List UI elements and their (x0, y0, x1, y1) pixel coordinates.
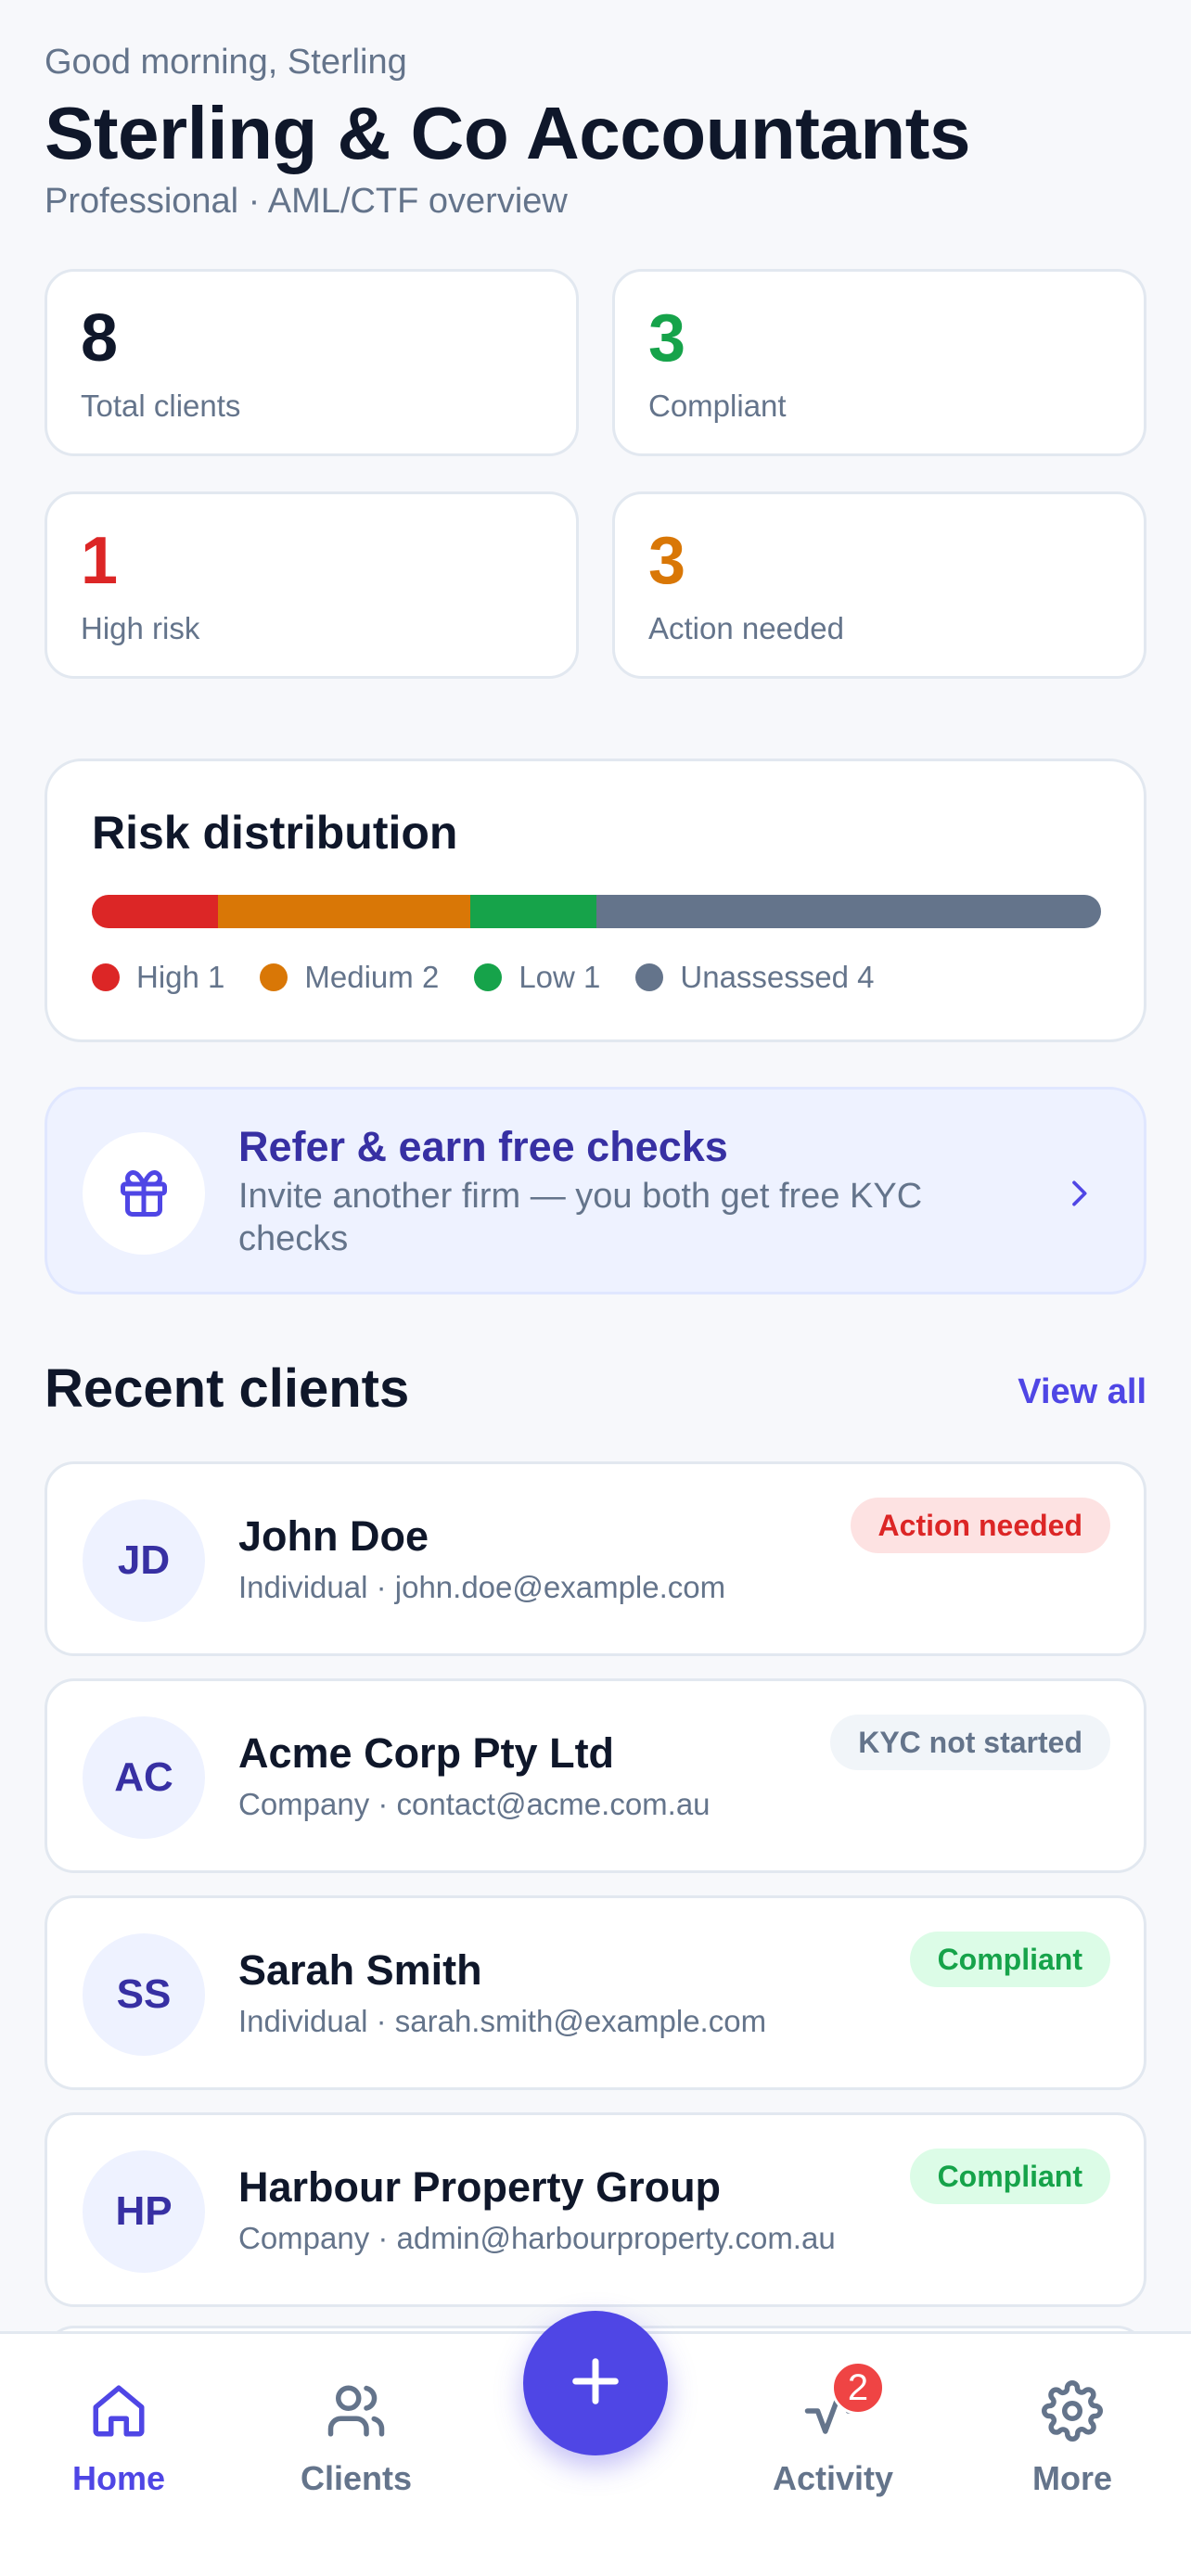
referral-banner[interactable]: Refer & earn free checks Invite another … (45, 1087, 1146, 1294)
risk-segment-low (470, 895, 596, 928)
legend-count: 4 (857, 960, 875, 994)
referral-title: Refer & earn free checks (238, 1123, 728, 1170)
tab-clients[interactable]: Clients (263, 2380, 449, 2498)
stat-value: 3 (648, 524, 686, 598)
client-name: Acme Corp Pty Ltd (238, 1729, 615, 1777)
recent-clients-title: Recent clients (45, 1358, 410, 1419)
legend-label: Low (519, 960, 575, 994)
stat-label: Compliant (648, 389, 787, 423)
client-card[interactable]: JD John Doe Individual · john.doe@exampl… (45, 1461, 1146, 1656)
stat-label: Total clients (81, 389, 241, 423)
legend-item-low: Low 1 (474, 960, 600, 995)
stat-card-action-needed[interactable]: 3 Action needed (612, 491, 1146, 679)
home-icon (88, 2380, 149, 2450)
activity-notification-badge: 2 (831, 2361, 885, 2415)
stat-label: High risk (81, 611, 200, 645)
risk-legend: High 1 Medium 2 Low 1 Unassessed 4 (92, 960, 910, 995)
plus-icon (566, 2352, 625, 2416)
tab-label: Clients (300, 2459, 413, 2497)
referral-text: Invite another firm — you both get free … (238, 1177, 923, 1258)
tab-home[interactable]: Home (26, 2380, 211, 2498)
client-meta: Company · contact@acme.com.au (238, 1787, 711, 1821)
risk-distribution-bar (92, 895, 1101, 928)
stat-value: 3 (648, 301, 686, 376)
tab-more[interactable]: More (980, 2380, 1165, 2498)
status-badge: Action needed (850, 1498, 1110, 1553)
status-badge: Compliant (909, 1932, 1110, 1987)
legend-dot (260, 963, 288, 991)
legend-item-medium: Medium 2 (260, 960, 439, 995)
gear-icon (1042, 2380, 1103, 2450)
legend-item-unassessed: Unassessed 4 (635, 960, 875, 995)
stat-value: 1 (81, 524, 119, 598)
stat-card-total-clients[interactable]: 8 Total clients (45, 269, 579, 456)
avatar: SS (83, 1933, 205, 2056)
stat-card-compliant[interactable]: 3 Compliant (612, 269, 1146, 456)
status-badge: KYC not started (830, 1715, 1110, 1770)
client-meta: Company · admin@harbourproperty.com.au (238, 2221, 836, 2255)
client-card[interactable]: AC Acme Corp Pty Ltd Company · contact@a… (45, 1678, 1146, 1873)
page-subtitle: Professional · AML/CTF overview (45, 182, 568, 221)
legend-dot (474, 963, 503, 991)
stat-label: Action needed (648, 611, 845, 645)
legend-label: Unassessed (680, 960, 849, 994)
risk-distribution-card: Risk distribution High 1 Medium 2 Low 1 (45, 759, 1146, 1042)
tab-label: More (1031, 2459, 1112, 2497)
client-name: Sarah Smith (238, 1946, 482, 1994)
legend-item-high: High 1 (92, 960, 224, 995)
dashboard-screen: Good morning, Sterling Sterling & Co Acc… (0, 0, 1191, 2576)
risk-segment-high (92, 895, 218, 928)
tab-label: Activity (772, 2459, 894, 2497)
status-badge: Compliant (909, 2149, 1110, 2204)
legend-label: High (136, 960, 199, 994)
legend-label: Medium (304, 960, 414, 994)
tab-label: Home (71, 2459, 166, 2497)
client-name: John Doe (238, 1512, 429, 1560)
greeting: Good morning, Sterling (45, 43, 407, 82)
client-card[interactable]: HP Harbour Property Group Company · admi… (45, 2112, 1146, 2307)
view-all-link[interactable]: View all (1018, 1372, 1146, 1412)
page-title: Sterling & Co Accountants (45, 92, 970, 174)
client-card[interactable]: SS Sarah Smith Individual · sarah.smith@… (45, 1895, 1146, 2090)
risk-segment-unassessed (596, 895, 1101, 928)
avatar: AC (83, 1716, 205, 1839)
client-meta: Individual · sarah.smith@example.com (238, 2004, 767, 2038)
legend-dot (92, 963, 120, 991)
avatar: HP (83, 2150, 205, 2273)
users-icon (326, 2380, 387, 2450)
client-name: Harbour Property Group (238, 2163, 722, 2211)
legend-count: 1 (208, 960, 225, 994)
stat-value: 8 (81, 301, 119, 376)
chevron-right-icon (1060, 1169, 1097, 1222)
client-meta: Individual · john.doe@example.com (238, 1570, 726, 1604)
stat-card-high-risk[interactable]: 1 High risk (45, 491, 579, 679)
legend-dot (635, 963, 664, 991)
risk-segment-medium (218, 895, 470, 928)
gift-icon (83, 1132, 205, 1255)
risk-distribution-title: Risk distribution (92, 807, 458, 859)
add-client-button[interactable] (523, 2311, 668, 2455)
legend-count: 1 (583, 960, 601, 994)
legend-count: 2 (421, 960, 440, 994)
avatar: JD (83, 1499, 205, 1622)
